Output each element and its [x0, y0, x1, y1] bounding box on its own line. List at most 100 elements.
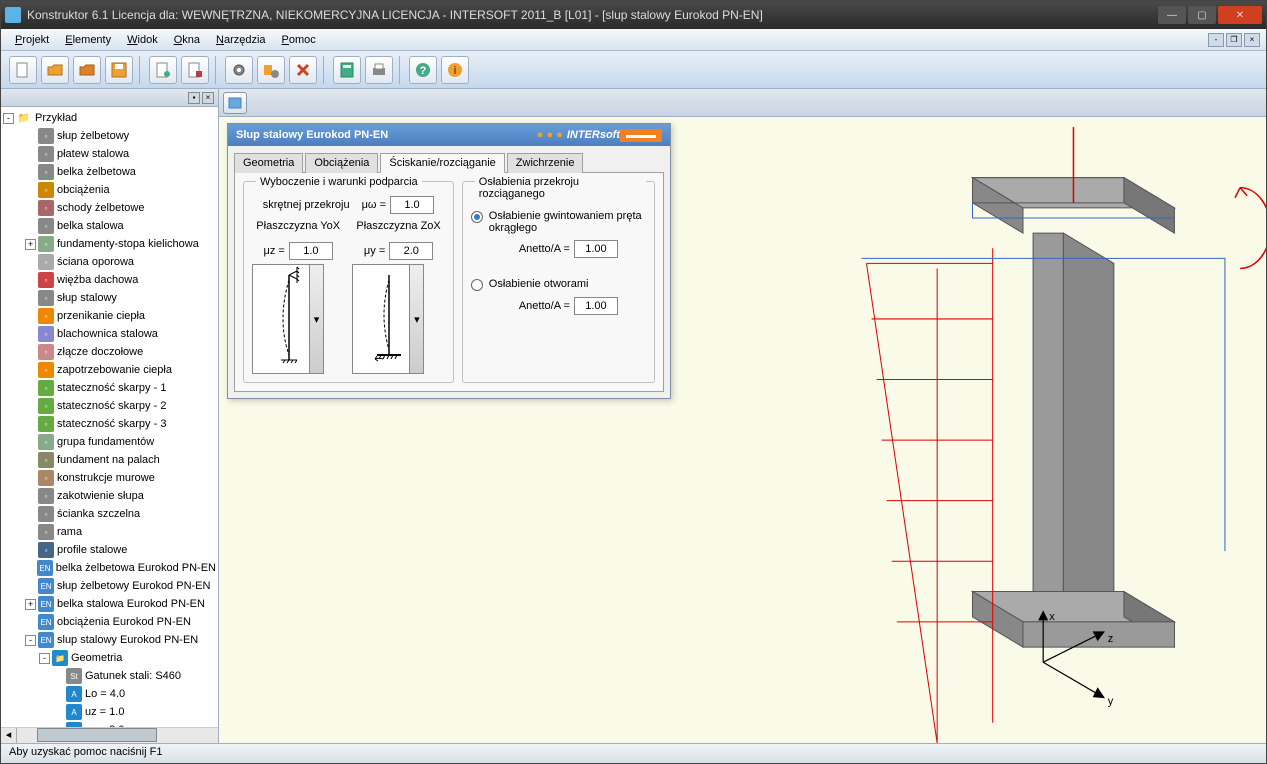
- tab-sciskanie[interactable]: Ściskanie/rozciąganie: [380, 153, 504, 173]
- tree-item[interactable]: ▫grupa fundamentów: [1, 433, 218, 451]
- tree-item[interactable]: ▫obciążenia: [1, 181, 218, 199]
- open-icon[interactable]: [41, 56, 69, 84]
- radio-threading[interactable]: [471, 211, 483, 223]
- buckling-yox-dropdown[interactable]: ▾: [309, 265, 323, 373]
- tree-item[interactable]: ▫stateczność skarpy - 1: [1, 379, 218, 397]
- tree-item[interactable]: ▫ściana oporowa: [1, 253, 218, 271]
- mu-w-input[interactable]: [390, 196, 434, 214]
- gear1-icon[interactable]: [225, 56, 253, 84]
- buckling-yox-diagram[interactable]: ▾: [252, 264, 324, 374]
- new-icon[interactable]: [9, 56, 37, 84]
- maximize-button[interactable]: ▢: [1188, 6, 1216, 24]
- tree-item[interactable]: ▫słup żelbetowy: [1, 127, 218, 145]
- tree-item[interactable]: +▫fundamenty-stopa kielichowa: [1, 235, 218, 253]
- brand-label: INTERsoft: [567, 129, 620, 141]
- print-icon[interactable]: [365, 56, 393, 84]
- tree-item[interactable]: ▫schody żelbetowe: [1, 199, 218, 217]
- doc-view-icon[interactable]: [223, 92, 247, 114]
- tree-item[interactable]: ▫konstrukcje murowe: [1, 469, 218, 487]
- tree-item[interactable]: ▫stateczność skarpy - 2: [1, 397, 218, 415]
- status-text: Aby uzyskać pomoc naciśnij F1: [9, 746, 162, 758]
- buckling-group: Wyboczenie i warunki podparcia skrętnej …: [243, 181, 454, 383]
- minimize-button[interactable]: —: [1158, 6, 1186, 24]
- tree-hscroll[interactable]: ◂: [1, 727, 218, 743]
- tab-zwichrzenie[interactable]: Zwichrzenie: [507, 153, 584, 173]
- mu-z-input[interactable]: [289, 242, 333, 260]
- tab-geometria[interactable]: Geometria: [234, 153, 303, 173]
- tree-item[interactable]: ENobciążenia Eurokod PN-EN: [1, 613, 218, 631]
- radio-threading-row[interactable]: Osłabienie gwintowaniem pręta okrągłego: [471, 210, 646, 234]
- tree-item[interactable]: ▫więźba dachowa: [1, 271, 218, 289]
- buckling-legend: Wyboczenie i warunki podparcia: [256, 176, 422, 188]
- tree-item[interactable]: ENsłup żelbetowy Eurokod PN-EN: [1, 577, 218, 595]
- menu-narzedzia[interactable]: Narzędzia: [208, 32, 274, 48]
- tree-root[interactable]: -📁Przykład: [1, 109, 218, 127]
- doc2-icon[interactable]: [181, 56, 209, 84]
- app-icon: [5, 7, 21, 23]
- axis-z-label: z: [1108, 633, 1114, 645]
- menu-elementy[interactable]: Elementy: [57, 32, 119, 48]
- project-tree[interactable]: -📁Przykład▫słup żelbetowy▫płatew stalowa…: [1, 107, 218, 727]
- anetto1-input[interactable]: [574, 240, 618, 258]
- mdi-minimize[interactable]: -: [1208, 33, 1224, 47]
- tree-item[interactable]: ▫belka stalowa: [1, 217, 218, 235]
- scroll-thumb[interactable]: [37, 728, 157, 742]
- tree-item[interactable]: Auz = 1.0: [1, 703, 218, 721]
- gear2-icon[interactable]: [257, 56, 285, 84]
- doc-icon[interactable]: [149, 56, 177, 84]
- brand-badge: ▬▬▬: [620, 129, 662, 142]
- plane-yox-col: Płaszczyzna YoX μz = ▾: [252, 220, 344, 374]
- menu-widok[interactable]: Widok: [119, 32, 166, 48]
- tree-item[interactable]: ▫płatew stalowa: [1, 145, 218, 163]
- tree-item[interactable]: ▫blachownica stalowa: [1, 325, 218, 343]
- calc-icon[interactable]: [333, 56, 361, 84]
- tree-item[interactable]: ▫zakotwienie słupa: [1, 487, 218, 505]
- tree-item[interactable]: +ENbelka stalowa Eurokod PN-EN: [1, 595, 218, 613]
- mdi-restore[interactable]: ❐: [1226, 33, 1242, 47]
- close-button[interactable]: ✕: [1218, 6, 1262, 24]
- tree-item[interactable]: ▫rama: [1, 523, 218, 541]
- mdi-controls: - ❐ ×: [1208, 33, 1260, 47]
- tree-item[interactable]: ALo = 4.0: [1, 685, 218, 703]
- tree-item[interactable]: StGatunek stali: S460: [1, 667, 218, 685]
- help-icon[interactable]: ?: [409, 56, 437, 84]
- tree-item[interactable]: ▫zapotrzebowanie ciepła: [1, 361, 218, 379]
- column-3d-view[interactable]: x z y: [679, 117, 1266, 743]
- menu-okna[interactable]: Okna: [166, 32, 208, 48]
- mu-y-input[interactable]: [389, 242, 433, 260]
- save-icon[interactable]: [105, 56, 133, 84]
- tree-item[interactable]: ▫słup stalowy: [1, 289, 218, 307]
- menu-projekt[interactable]: Projekt: [7, 32, 57, 48]
- buckling-zox-dropdown[interactable]: ▾: [409, 265, 423, 373]
- weakening-group: Osłabienia przekroju rozciąganego Osłabi…: [462, 181, 655, 383]
- properties-dialog: Słup stalowy Eurokod PN-EN ● ● ● INTERso…: [227, 123, 671, 399]
- radio-holes-row[interactable]: Osłabienie otworami: [471, 278, 646, 291]
- delete-icon[interactable]: [289, 56, 317, 84]
- radio-holes-label: Osłabienie otworami: [489, 278, 589, 290]
- doc-toolbar: [219, 89, 1266, 117]
- tree-close-icon[interactable]: ×: [202, 92, 214, 104]
- open2-icon[interactable]: [73, 56, 101, 84]
- dialog-titlebar[interactable]: Słup stalowy Eurokod PN-EN ● ● ● INTERso…: [228, 124, 670, 146]
- menu-pomoc[interactable]: Pomoc: [274, 32, 324, 48]
- tab-obciazenia[interactable]: Obciążenia: [305, 153, 378, 173]
- anetto2-input[interactable]: [574, 297, 618, 315]
- tree-item[interactable]: -ENslup stalowy Eurokod PN-EN: [1, 631, 218, 649]
- skretnej-label: skrętnej przekroju: [263, 199, 350, 211]
- workspace: ▪ × -📁Przykład▫słup żelbetowy▫płatew sta…: [1, 89, 1266, 743]
- tree-item[interactable]: ▫belka żelbetowa: [1, 163, 218, 181]
- tree-item[interactable]: ▫stateczność skarpy - 3: [1, 415, 218, 433]
- tree-item[interactable]: ▫profile stalowe: [1, 541, 218, 559]
- tree-pin-icon[interactable]: ▪: [188, 92, 200, 104]
- buckling-zox-diagram[interactable]: ▾: [352, 264, 424, 374]
- tree-item[interactable]: ENbelka żelbetowa Eurokod PN-EN: [1, 559, 218, 577]
- tree-item[interactable]: ▫złącze doczołowe: [1, 343, 218, 361]
- tree-item[interactable]: ▫fundament na palach: [1, 451, 218, 469]
- info-icon[interactable]: i: [441, 56, 469, 84]
- tree-item[interactable]: ▫przenikanie ciepła: [1, 307, 218, 325]
- tree-item[interactable]: -📁Geometria: [1, 649, 218, 667]
- mdi-close[interactable]: ×: [1244, 33, 1260, 47]
- tree-item[interactable]: ▫ścianka szczelna: [1, 505, 218, 523]
- svg-text:?: ?: [420, 65, 427, 77]
- radio-holes[interactable]: [471, 279, 483, 291]
